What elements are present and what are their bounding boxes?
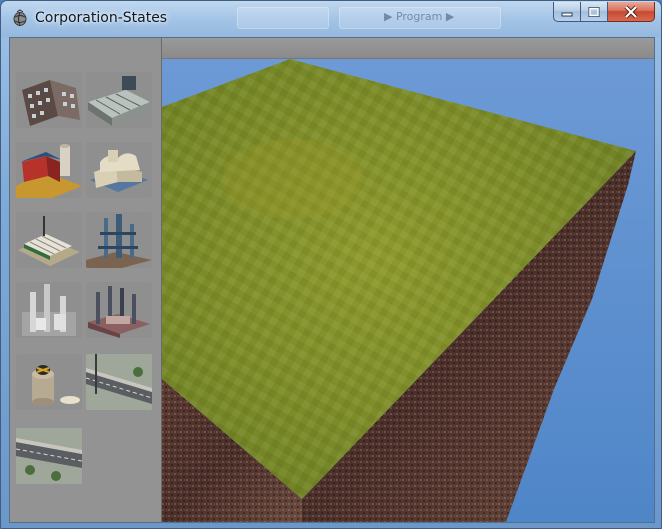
road-icon[interactable]: [86, 354, 152, 410]
apartment-building-icon[interactable]: [16, 72, 82, 128]
warehouse-icon[interactable]: [86, 142, 152, 198]
minimize-button[interactable]: [553, 2, 581, 22]
maximize-icon: [588, 6, 600, 17]
minimize-icon: [561, 12, 573, 16]
office-block-icon[interactable]: [86, 72, 152, 128]
app-globe-icon: [13, 9, 27, 26]
close-button[interactable]: [608, 2, 655, 22]
power-plant-icon[interactable]: [16, 282, 82, 338]
close-icon: [624, 5, 638, 18]
smokestack-icon[interactable]: [86, 282, 152, 338]
background-window-ghost: [237, 7, 329, 29]
client-area: [9, 37, 655, 523]
3d-viewport[interactable]: [162, 59, 654, 522]
barn-silo-icon[interactable]: [16, 142, 82, 198]
app-window: Corporation-States ▶ Program ▶: [0, 0, 662, 529]
road-icon[interactable]: [16, 428, 82, 484]
caption-buttons: [553, 2, 655, 24]
background-window-text: ▶ Program ▶: [384, 10, 455, 23]
building-palette: [10, 38, 162, 522]
title-bar[interactable]: Corporation-States ▶ Program ▶: [1, 1, 661, 37]
water-tank-icon[interactable]: [16, 354, 82, 410]
maximize-button[interactable]: [581, 2, 608, 22]
window-title: Corporation-States: [35, 10, 168, 26]
refinery-icon[interactable]: [86, 212, 152, 268]
factory-icon[interactable]: [16, 212, 82, 268]
